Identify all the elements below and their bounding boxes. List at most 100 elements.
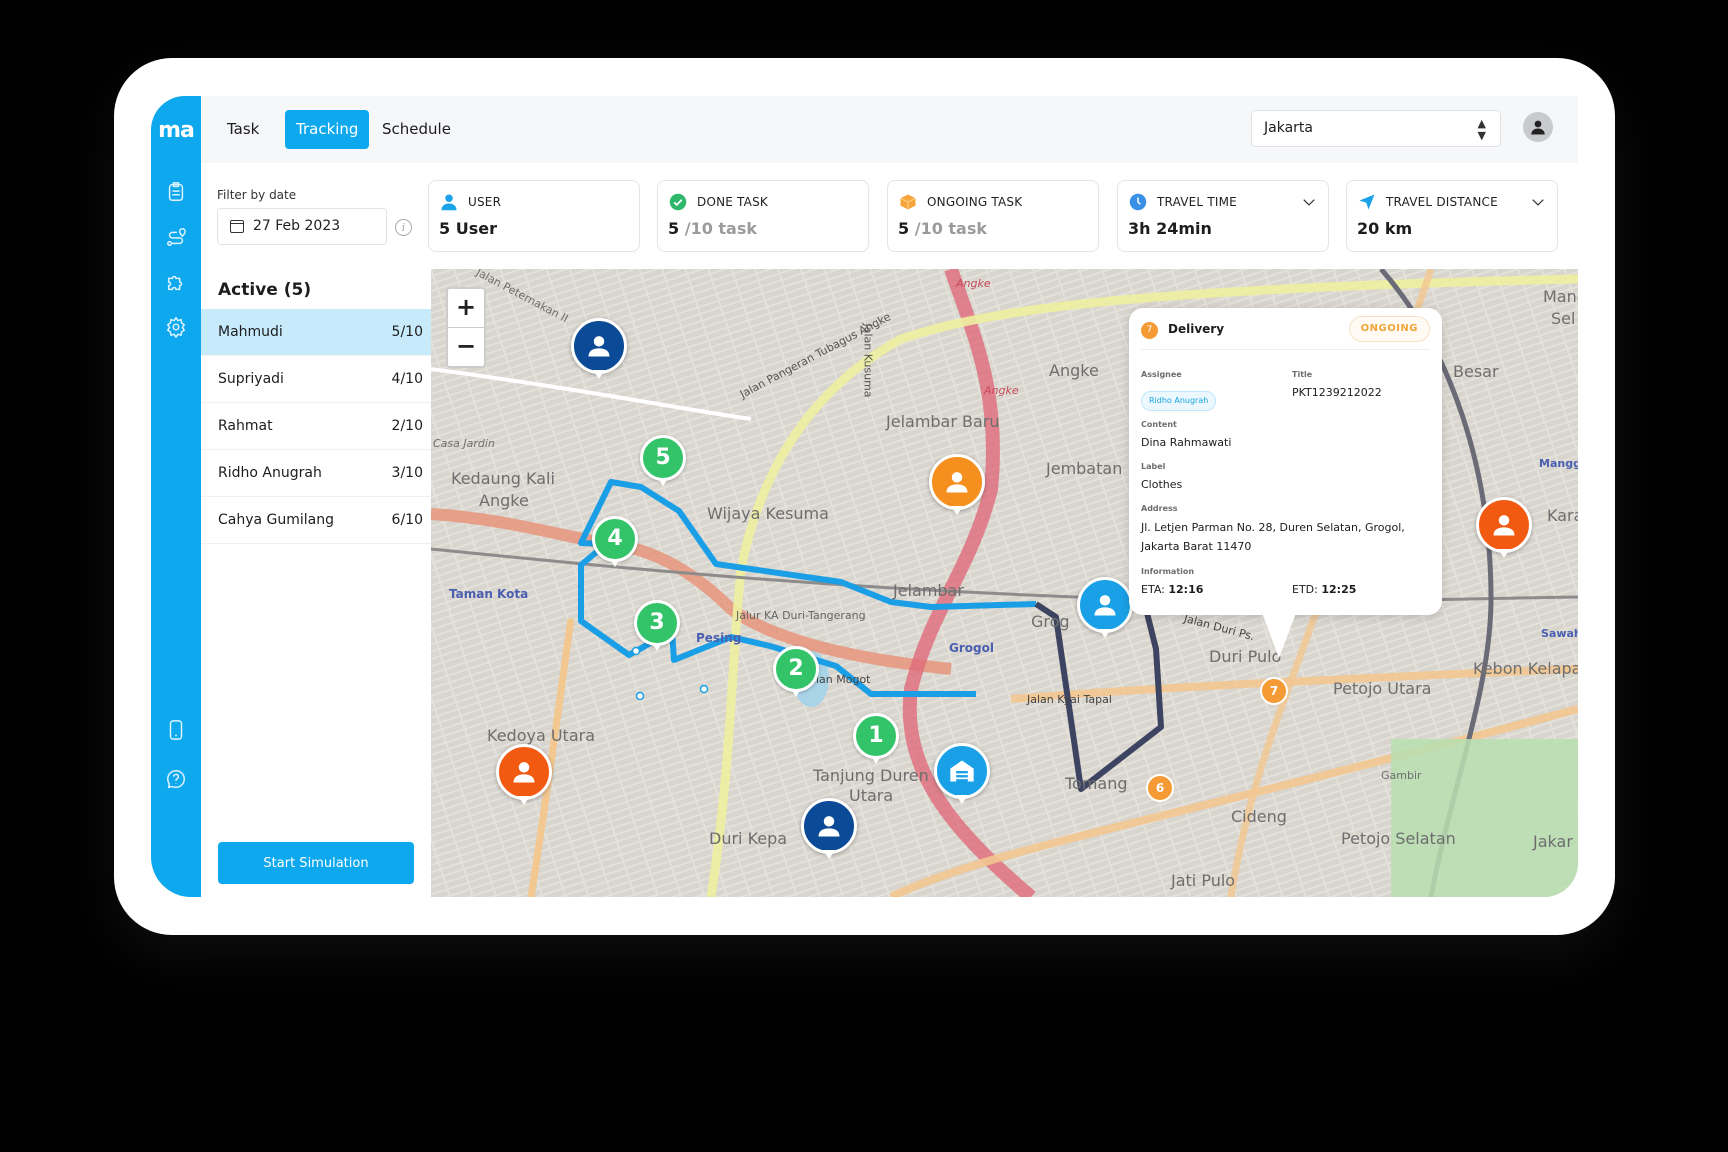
puzzle-icon[interactable] — [164, 270, 188, 294]
sidebar: ma — [151, 96, 201, 897]
warehouse-marker[interactable] — [934, 743, 990, 807]
map-small-label: Jalan Kusuma — [861, 323, 875, 398]
information-label: Information — [1141, 567, 1195, 576]
stat-card-travel-time[interactable]: TRAVEL TIME 3h 24min — [1117, 180, 1329, 252]
title-label: Title — [1292, 370, 1313, 379]
phone-icon[interactable] — [164, 718, 188, 742]
navigation-icon — [1357, 192, 1377, 212]
place-label: Mang — [1543, 287, 1578, 306]
delivery-stop-marker[interactable]: 6 — [1146, 774, 1174, 802]
stat-value-total: /10 task — [684, 219, 758, 238]
clock-icon — [1128, 192, 1148, 212]
gear-icon[interactable] — [164, 315, 188, 339]
warehouse-icon — [950, 760, 974, 782]
user-icon — [439, 192, 459, 212]
list-item[interactable]: Cahya Gumilang 6/10 — [201, 497, 431, 544]
place-label: Jelambar Baru — [886, 412, 1000, 431]
user-marker[interactable] — [571, 318, 627, 382]
map-view[interactable]: Kedaung Kali Angke Wijaya Kesuma Jelamba… — [431, 269, 1578, 897]
stat-value-count: 5 — [668, 219, 680, 238]
date-value: 27 Feb 2023 — [253, 218, 341, 234]
place-label: Duri Kepa — [709, 829, 788, 848]
active-list-title: Active (5) — [218, 280, 312, 300]
stat-label: TRAVEL TIME — [1157, 195, 1237, 209]
popup-title: Delivery — [1168, 322, 1225, 336]
info-icon[interactable]: i — [395, 219, 412, 236]
stat-card-travel-distance[interactable]: TRAVEL DISTANCE 20 km — [1346, 180, 1558, 252]
list-item[interactable]: Supriyadi 4/10 — [201, 356, 431, 403]
place-label: Petojo Selatan — [1341, 829, 1456, 848]
user-avatar[interactable] — [1523, 112, 1553, 142]
date-filter-input[interactable]: 27 Feb 2023 — [217, 208, 387, 245]
user-progress: 2/10 — [391, 418, 423, 434]
start-simulation-button[interactable]: Start Simulation — [218, 842, 414, 884]
check-circle-icon — [668, 192, 688, 212]
stat-label: DONE TASK — [697, 195, 768, 209]
user-name: Rahmat — [218, 418, 273, 434]
user-marker[interactable] — [1476, 497, 1532, 561]
user-marker[interactable] — [1077, 577, 1133, 641]
city-select-value: Jakarta — [1264, 120, 1313, 136]
place-label: Tanjung Duren — [813, 766, 929, 785]
user-icon — [1493, 515, 1515, 536]
tab-tracking[interactable]: Tracking — [285, 110, 370, 149]
assignee-chip[interactable]: Ridho Anugrah — [1141, 391, 1217, 411]
place-label: Besar — [1453, 362, 1499, 381]
list-item[interactable]: Mahmudi 5/10 — [201, 309, 431, 356]
route-stop-number: 4 — [592, 516, 638, 562]
stat-value: 5 /10 task — [668, 219, 757, 238]
route-stop-marker[interactable]: 2 — [773, 646, 819, 700]
content-label: Content — [1141, 420, 1177, 429]
map-small-label: Angke — [984, 384, 1019, 397]
user-icon — [588, 336, 610, 357]
user-icon — [1531, 120, 1545, 135]
stop-number-badge: 7 — [1141, 322, 1158, 339]
delivery-stop-marker[interactable]: 7 — [1260, 677, 1288, 705]
user-name: Ridho Anugrah — [218, 465, 322, 481]
sort-arrows-icon: ▲ ▼ — [1477, 117, 1486, 142]
content-value: Dina Rahmawati — [1141, 436, 1232, 449]
tab-schedule[interactable]: Schedule — [371, 110, 462, 149]
address-label: Address — [1141, 504, 1178, 513]
place-label: Grog — [1031, 612, 1070, 631]
city-select[interactable]: Jakarta ▲ ▼ — [1251, 110, 1501, 147]
place-label: Gambir — [1381, 769, 1422, 782]
etd-value: 12:25 — [1321, 583, 1357, 596]
map-small-label: Angke — [956, 277, 991, 290]
help-icon[interactable] — [164, 767, 188, 791]
status-badge: ONGOING — [1348, 316, 1430, 342]
tab-task[interactable]: Task — [216, 110, 270, 149]
stat-value: 20 km — [1357, 219, 1413, 238]
stat-label: TRAVEL DISTANCE — [1386, 195, 1498, 209]
stat-card-done-task: DONE TASK 5 /10 task — [657, 180, 869, 252]
route-stop-marker[interactable]: 3 — [634, 600, 680, 654]
clipboard-icon[interactable] — [164, 180, 188, 204]
place-label: Kedaung Kali — [451, 469, 555, 488]
route-stop-marker[interactable]: 1 — [853, 713, 899, 767]
route-stop-marker[interactable]: 4 — [592, 516, 638, 570]
title-value: PKT1239212022 — [1292, 386, 1382, 399]
user-name: Supriyadi — [218, 371, 284, 387]
chevron-down-icon[interactable] — [1531, 195, 1545, 209]
route-icon[interactable] — [164, 225, 188, 249]
list-item[interactable]: Ridho Anugrah 3/10 — [201, 450, 431, 497]
address-line-1: Jl. Letjen Parman No. 28, Duren Selatan,… — [1141, 521, 1405, 534]
list-item[interactable]: Rahmat 2/10 — [201, 403, 431, 450]
stat-label: ONGOING TASK — [927, 195, 1023, 209]
station-label: Sawah Besar — [1541, 627, 1578, 640]
map-small-label: Casa Jardin — [433, 437, 495, 450]
stat-value: 5 User — [439, 219, 497, 238]
app-logo[interactable]: ma — [151, 118, 201, 143]
user-marker[interactable] — [929, 454, 985, 518]
filter-by-date-label: Filter by date — [217, 188, 297, 202]
zoom-out-button[interactable]: − — [448, 328, 484, 367]
place-label: Angke — [479, 491, 529, 510]
chevron-down-icon[interactable] — [1302, 195, 1316, 209]
zoom-in-button[interactable]: + — [448, 289, 484, 328]
address-line-2: Jakarta Barat 11470 — [1141, 540, 1252, 553]
user-name: Cahya Gumilang — [218, 512, 335, 528]
user-marker[interactable] — [496, 744, 552, 808]
user-progress: 3/10 — [391, 465, 423, 481]
user-marker[interactable] — [801, 798, 857, 862]
route-stop-marker[interactable]: 5 — [640, 435, 686, 489]
